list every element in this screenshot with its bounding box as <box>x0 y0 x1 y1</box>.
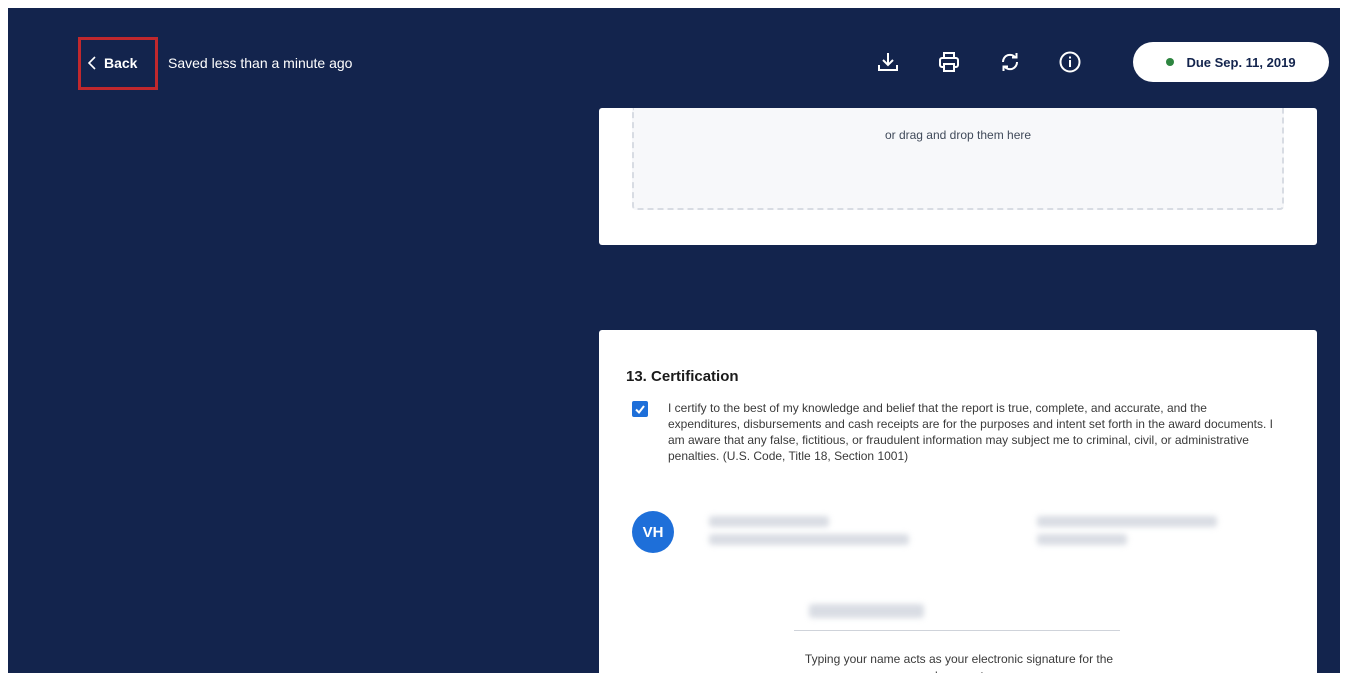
signature-input[interactable] <box>794 630 1120 631</box>
due-date-badge: Due Sep. 11, 2019 <box>1133 42 1329 82</box>
status-dot-icon <box>1166 58 1175 66</box>
signer-date-redacted <box>1037 534 1127 545</box>
chevron-left-icon <box>88 56 96 70</box>
section-title: 13. Certification <box>626 368 739 385</box>
print-icon[interactable] <box>937 50 961 74</box>
app-window: Back Saved less than a minute ago Due Se… <box>8 8 1340 673</box>
signature-note: Typing your name acts as your electronic… <box>804 652 1114 673</box>
info-icon[interactable] <box>1058 50 1082 74</box>
certification-card: 13. Certification I certify to the best … <box>599 330 1317 673</box>
back-button[interactable]: Back <box>88 53 137 73</box>
file-dropzone[interactable]: or drag and drop them here <box>632 108 1284 210</box>
certification-statement: I certify to the best of my knowledge an… <box>668 401 1274 463</box>
download-icon[interactable] <box>876 50 900 74</box>
signature-value-redacted <box>809 604 924 618</box>
upload-card: or drag and drop them here <box>599 108 1317 245</box>
due-date-label: Due Sep. 11, 2019 <box>1186 54 1296 70</box>
refresh-icon[interactable] <box>998 50 1022 74</box>
back-button-label: Back <box>104 55 138 71</box>
signer-detail-redacted <box>1037 516 1217 527</box>
certify-checkbox[interactable] <box>632 401 648 417</box>
avatar: VH <box>632 511 674 553</box>
dropzone-text: or drag and drop them here <box>884 128 1032 142</box>
signer-name-redacted <box>709 516 829 527</box>
signer-email-redacted <box>709 534 909 545</box>
checkmark-icon <box>635 405 645 415</box>
save-status: Saved less than a minute ago <box>168 55 353 71</box>
